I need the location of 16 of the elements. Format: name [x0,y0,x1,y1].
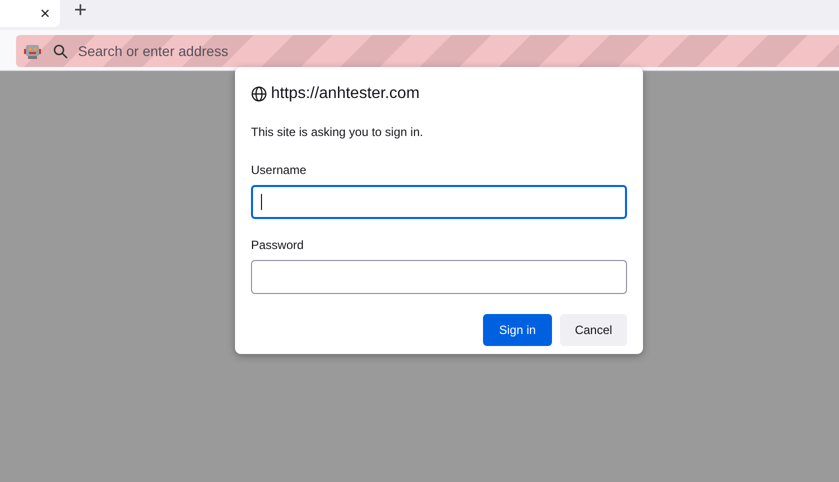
sign-in-button[interactable]: Sign in [483,314,552,346]
cancel-button[interactable]: Cancel [560,314,627,346]
field-label: Password [251,237,305,254]
close-tab-button[interactable]: × [40,5,50,22]
text-cursor-icon [261,194,262,210]
address-bar[interactable]: Search or enter address [16,35,839,67]
new-tab-button[interactable]: + [74,0,87,21]
input-field[interactable] [251,260,627,294]
globe-icon [251,86,267,102]
input-field[interactable] [251,185,627,219]
browser-tab[interactable]: × [0,0,60,27]
field-label: Username [251,162,308,179]
search-icon [53,44,68,58]
dialog-message: This site is asking you to sign in. [251,124,424,141]
site-origin: https://anhtester.com [271,84,420,104]
robot-icon [24,42,41,60]
